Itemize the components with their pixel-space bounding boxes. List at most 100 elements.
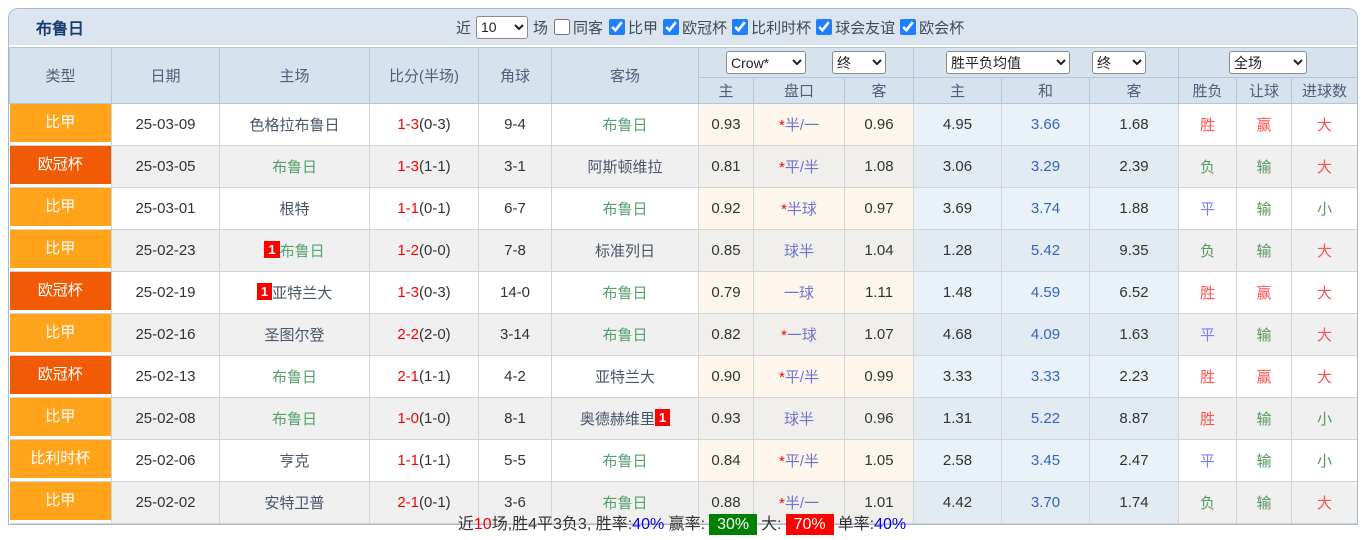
odds-away-cell: 0.99 bbox=[844, 355, 915, 398]
league-cell: 比甲 bbox=[9, 103, 112, 146]
result-wdl-cell: 平 bbox=[1178, 439, 1238, 482]
home-team-name: 亚特兰大 bbox=[272, 285, 333, 302]
league-filter-label: 欧冠杯 bbox=[682, 19, 728, 37]
league-badge: 比甲 bbox=[9, 188, 111, 226]
odds-home-cell: 0.84 bbox=[698, 439, 754, 482]
score-cell: 2-1(1-1) bbox=[369, 355, 479, 398]
result-handicap-cell: 赢 bbox=[1236, 103, 1293, 146]
result-handicap-cell: 输 bbox=[1236, 439, 1293, 482]
score-cell: 1-3(0-3) bbox=[369, 271, 479, 314]
summary-recent-count: 10 bbox=[473, 516, 492, 533]
avg-draw-cell: 5.22 bbox=[1001, 397, 1091, 440]
avg-draw-cell: 5.42 bbox=[1001, 229, 1091, 272]
corners-cell: 4-2 bbox=[478, 355, 552, 398]
same-venue-checkbox[interactable] bbox=[554, 19, 571, 35]
red-card-badge: 1 bbox=[264, 241, 280, 258]
result-group-header: 全场 bbox=[1178, 47, 1357, 78]
sub-header-odds-away: 客 bbox=[843, 77, 915, 104]
corners-cell: 3-14 bbox=[478, 313, 552, 356]
odds-source-select[interactable]: Crow* bbox=[726, 51, 807, 74]
avg-draw-cell: 3.45 bbox=[1001, 439, 1091, 482]
away-team-name: 标准列日 bbox=[594, 243, 655, 260]
result-handicap-cell: 输 bbox=[1236, 229, 1293, 272]
score-cell: 1-2(0-0) bbox=[369, 229, 479, 272]
summary-single-rate: 40% bbox=[874, 516, 907, 533]
league-filter-checkbox[interactable] bbox=[900, 19, 917, 35]
avg-home-cell: 2.58 bbox=[913, 439, 1003, 482]
col-header-corners: 角球 bbox=[478, 47, 552, 104]
result-goals-cell: 大 bbox=[1291, 145, 1357, 188]
score-cell: 1-1(1-1) bbox=[369, 439, 479, 482]
sub-header-result-goals: 进球数 bbox=[1291, 77, 1357, 104]
away-team-name: 布鲁日 bbox=[602, 201, 648, 218]
result-goals-cell: 大 bbox=[1291, 271, 1357, 314]
league-filter-checkbox[interactable] bbox=[816, 19, 833, 35]
league-filter-checkbox[interactable] bbox=[732, 19, 749, 35]
match-row: 比甲 25-03-09 色格拉布鲁日 1-3(0-3) 9-4 布鲁日 0.93… bbox=[9, 103, 1357, 146]
result-wdl-cell: 胜 bbox=[1178, 355, 1238, 398]
sub-header-avg-home: 主 bbox=[913, 77, 1003, 104]
league-filter-checkbox[interactable] bbox=[609, 19, 626, 35]
odds-state-select[interactable]: 终 bbox=[832, 51, 887, 74]
red-card-badge: 1 bbox=[256, 283, 273, 300]
avg-state-select[interactable]: 终 bbox=[1092, 51, 1147, 74]
score-cell: 1-1(0-1) bbox=[369, 187, 479, 230]
summary-handicap-label: 赢率: bbox=[664, 516, 706, 533]
avg-away-cell: 1.88 bbox=[1089, 187, 1180, 230]
topbar: 布鲁日 近 10 场 同客 比甲 欧冠杯 比利时杯 球会友谊 欧会杯 bbox=[9, 9, 1357, 47]
odds-away-cell: 1.08 bbox=[844, 145, 915, 188]
match-row: 比利时杯 25-02-06 亨克 1-1(1-1) 5-5 布鲁日 0.84 *… bbox=[9, 439, 1357, 482]
away-team-name: 阿斯顿维拉 bbox=[587, 159, 663, 176]
sub-header-result-wdl: 胜负 bbox=[1178, 77, 1238, 104]
summary-goals-label: 大: bbox=[761, 516, 782, 533]
league-filter: 比甲 bbox=[608, 17, 658, 38]
home-team-name: 安特卫普 bbox=[264, 495, 325, 512]
away-team-name: 奥德赫维里 bbox=[579, 411, 655, 428]
corners-cell: 8-1 bbox=[478, 397, 552, 440]
result-goals-cell: 大 bbox=[1291, 229, 1357, 272]
handicap-cell: *半球 bbox=[753, 187, 845, 230]
avg-away-cell: 1.68 bbox=[1089, 103, 1180, 146]
handicap-cell: 球半 bbox=[753, 397, 845, 440]
avg-home-cell: 3.33 bbox=[913, 355, 1003, 398]
league-filter-checkbox[interactable] bbox=[663, 19, 680, 35]
away-team-name: 亚特兰大 bbox=[594, 369, 655, 386]
avg-home-cell: 1.48 bbox=[913, 271, 1003, 314]
corners-cell: 5-5 bbox=[478, 439, 552, 482]
score-cell: 1-0(1-0) bbox=[369, 397, 479, 440]
league-cell: 比甲 bbox=[9, 313, 112, 356]
result-wdl-cell: 平 bbox=[1178, 313, 1238, 356]
league-filter: 比利时杯 bbox=[731, 17, 811, 38]
away-team-cell: 布鲁日 bbox=[551, 271, 699, 314]
avg-home-cell: 4.95 bbox=[913, 103, 1003, 146]
matches-table: 类型 日期 主场 比分(半场) 角球 客场 Crow* 终 胜平负均值 终 全场… bbox=[9, 47, 1357, 524]
league-filter-label: 比利时杯 bbox=[751, 19, 812, 37]
recent-count-select[interactable]: 10 bbox=[476, 15, 529, 39]
date-cell: 25-02-23 bbox=[111, 229, 220, 272]
home-team-cell: 1 亚特兰大 bbox=[219, 271, 370, 314]
avg-type-select[interactable]: 胜平负均值 bbox=[946, 51, 1071, 74]
avg-away-cell: 1.63 bbox=[1089, 313, 1180, 356]
avg-home-cell: 1.28 bbox=[913, 229, 1003, 272]
league-filter: 球会友谊 bbox=[815, 17, 895, 38]
league-cell: 比甲 bbox=[9, 229, 112, 272]
col-header-away: 客场 bbox=[551, 47, 699, 104]
league-badge: 比利时杯 bbox=[9, 440, 111, 478]
result-goals-cell: 大 bbox=[1291, 313, 1357, 356]
home-team-name: 根特 bbox=[279, 201, 310, 218]
away-team-name: 布鲁日 bbox=[602, 327, 648, 344]
avg-home-cell: 1.31 bbox=[913, 397, 1003, 440]
unit-label: 场 bbox=[533, 19, 549, 37]
date-cell: 25-02-06 bbox=[111, 439, 220, 482]
scope-select[interactable]: 全场 bbox=[1229, 51, 1308, 74]
away-team-cell: 布鲁日 bbox=[551, 103, 699, 146]
away-team-name: 布鲁日 bbox=[602, 117, 648, 134]
handicap-cell: *半/一 bbox=[753, 103, 845, 146]
home-team-cell: 色格拉布鲁日 bbox=[219, 103, 370, 146]
match-row: 比甲 25-03-01 根特 1-1(0-1) 6-7 布鲁日 0.92 *半球… bbox=[9, 187, 1357, 230]
odds-away-cell: 1.04 bbox=[844, 229, 915, 272]
odds-home-cell: 0.81 bbox=[698, 145, 754, 188]
avg-home-cell: 4.68 bbox=[913, 313, 1003, 356]
score-cell: 2-2(2-0) bbox=[369, 313, 479, 356]
home-team-name: 亨克 bbox=[279, 453, 310, 470]
